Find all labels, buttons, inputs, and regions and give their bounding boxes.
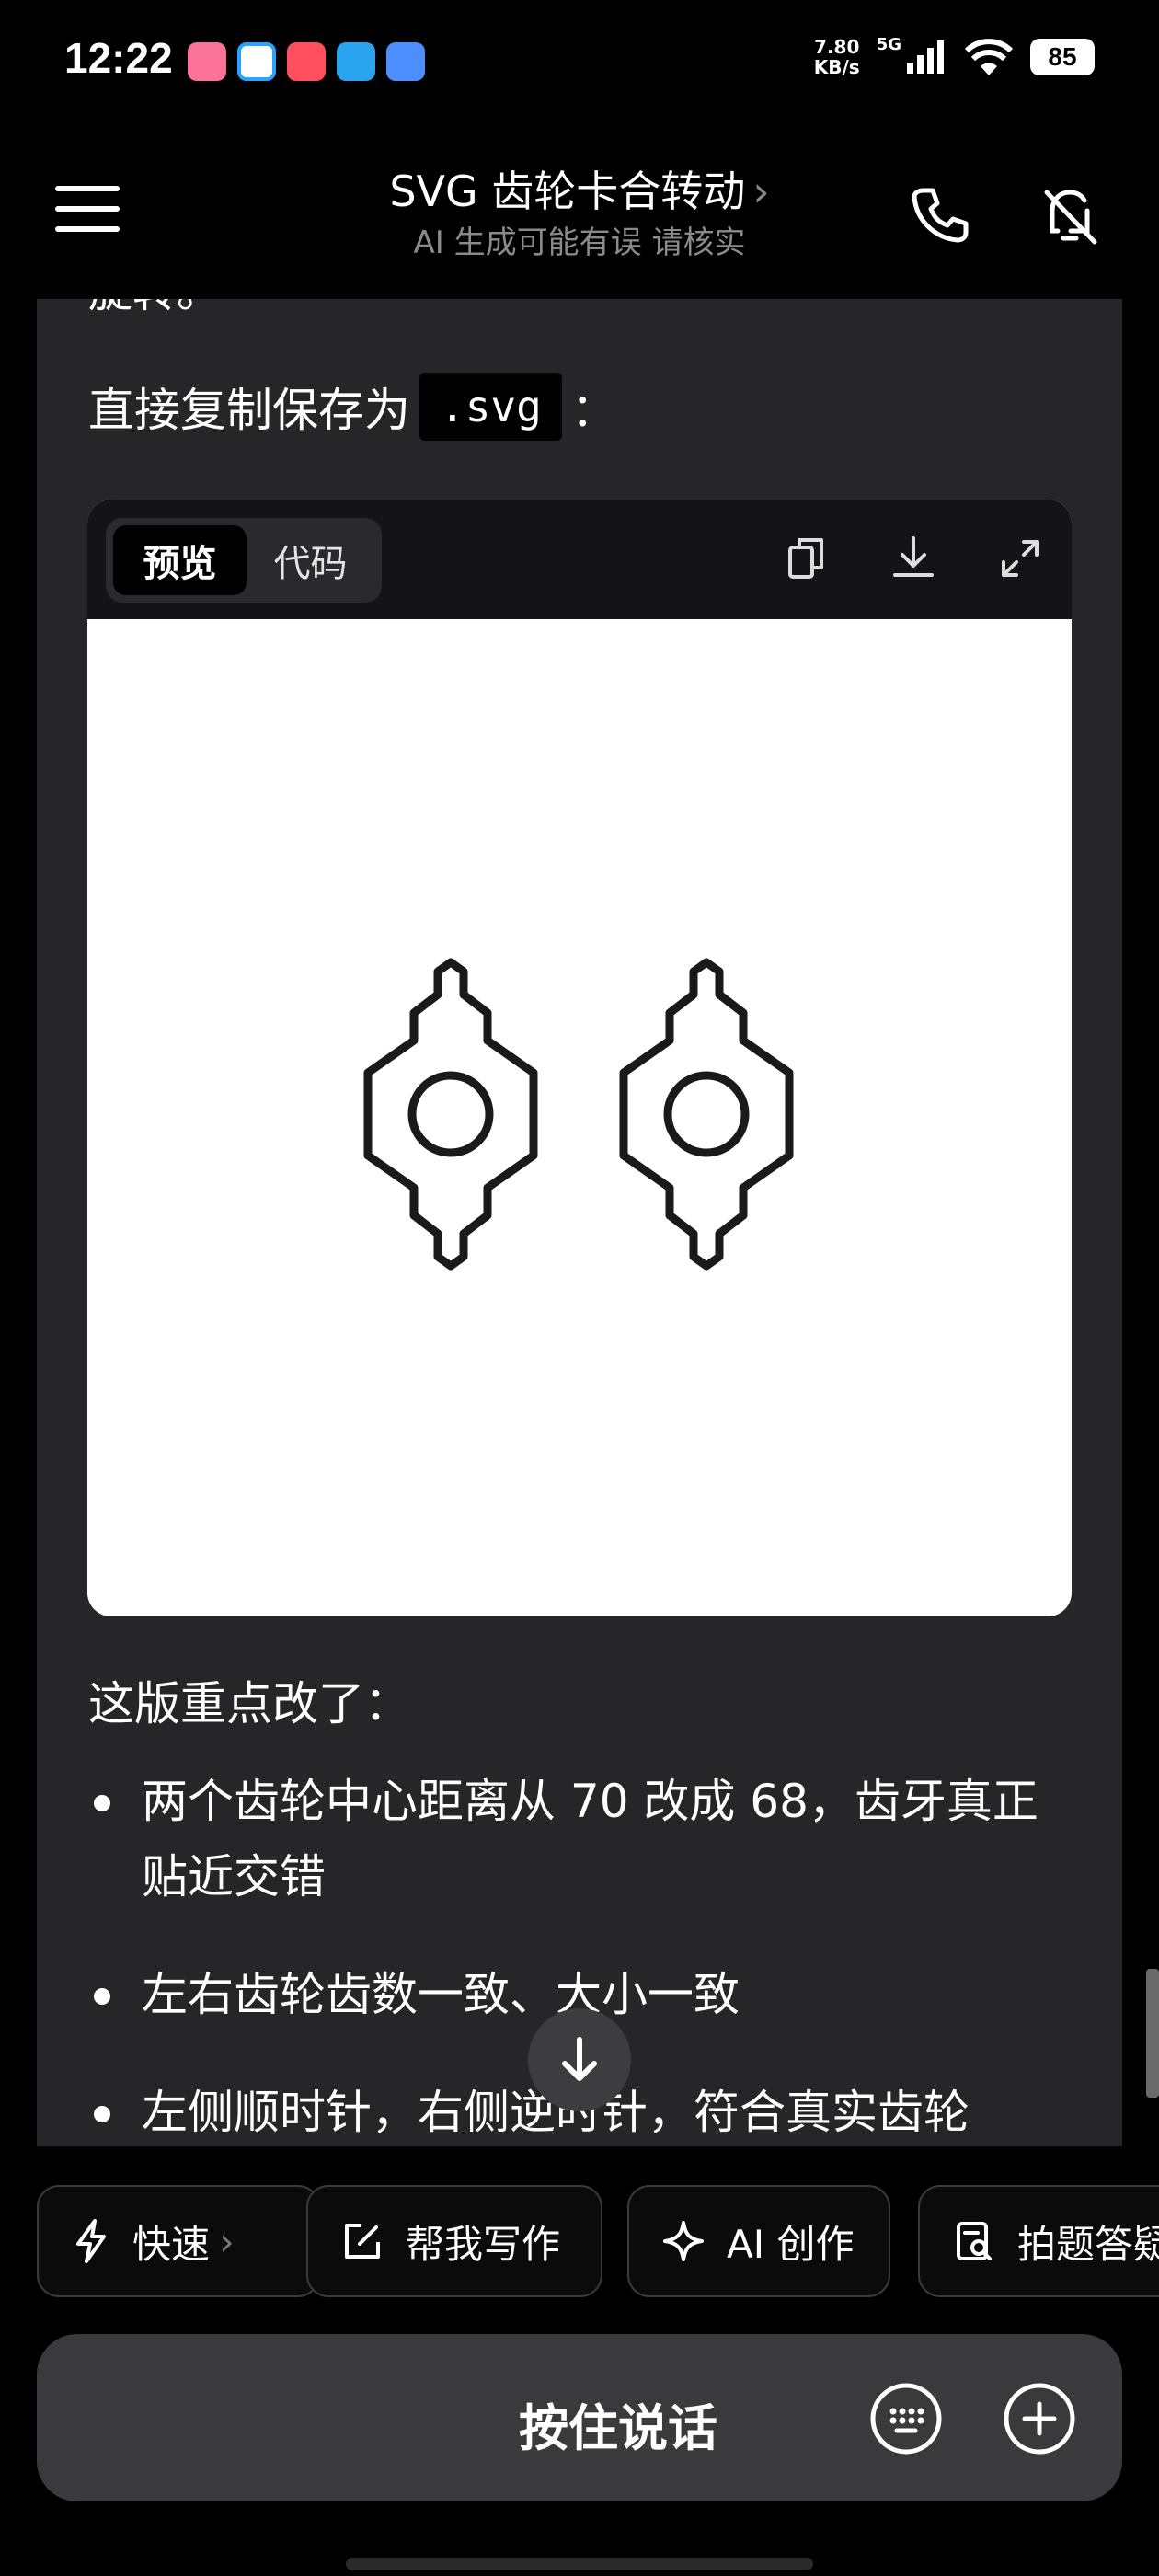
inline-code: .svg [419,373,562,441]
bilibili-app-icon [188,42,226,81]
mute-voice-button[interactable] [1034,179,1106,251]
svg-preview-canvas [87,619,1072,1616]
keyboard-icon [870,2383,942,2455]
gears-illustration [363,958,794,1271]
message-text-clipped: 旋转。 [88,299,221,319]
music-app-icon [287,42,326,81]
files-app-icon [386,42,425,81]
preview-toolbar: 预览 代码 [87,500,1072,619]
svg-preview-block: 预览 代码 [87,500,1072,1616]
mute-icon [1044,190,1097,245]
lightning-icon [76,2219,106,2263]
copy-icon[interactable] [779,531,834,586]
fullscreen-icon[interactable] [993,531,1048,586]
quick-mode-chip[interactable]: 快速 › [37,2185,320,2297]
chevron-right-icon: › [752,167,770,216]
list-item: 两个齿轮中心距离从 70 改成 68，齿牙真正贴近交错 [88,1764,1082,1915]
message-paragraph: 直接复制保存为 .svg ： [88,373,617,441]
tab-preview[interactable]: 预览 [113,525,247,595]
network-speed: 7.80 KB/s [814,37,860,77]
ai-disclaimer: AI 生成可能有误 请核实 [413,224,746,261]
scan-question-icon [957,2222,992,2260]
chip-label: AI 创作 [727,2221,855,2267]
edit-icon [345,2224,380,2259]
keyboard-button[interactable] [869,2382,943,2455]
home-indicator[interactable] [346,2558,813,2570]
battery-indicator: 85 [1030,39,1095,75]
help-me-write-chip[interactable]: 帮我写作 [306,2185,602,2297]
tab-code[interactable]: 代码 [244,525,377,595]
voice-input-bar[interactable]: 按住说话 [37,2334,1122,2501]
download-icon[interactable] [886,531,941,586]
chip-label: 快速 [132,2221,211,2267]
chip-label: 拍题答疑 [1017,2221,1159,2267]
status-indicators: 7.80 KB/s 5G 85 [814,34,1095,77]
right-gear [619,958,794,1271]
paragraph-text-suffix: ： [570,384,617,437]
chip-label: 帮我写作 [406,2221,561,2267]
quick-actions: 快速 › 帮我写作 AI 创作 拍题答疑 [37,2185,1159,2297]
notification-app-icons [188,42,425,81]
conversation-title-text: SVG 齿轮卡合转动 [389,167,746,216]
arrow-down-icon [562,2037,597,2081]
paragraph-text: 直接复制保存为 [88,384,410,437]
phone-icon [912,188,969,243]
chevron-right-icon: › [219,2218,235,2264]
kugou-app-icon [237,42,276,81]
left-gear [363,958,538,1271]
assistant-message: 旋转。 直接复制保存为 .svg ： 预览 代码 [37,299,1122,2146]
message-heading: 这版重点改了： [88,1677,410,1731]
photo-question-chip[interactable]: 拍题答疑 [918,2185,1159,2297]
network-type-label: 5G [876,34,901,54]
view-mode-tabs: 预览 代码 [106,518,382,603]
voice-call-button[interactable] [903,179,975,251]
hold-to-talk-label[interactable]: 按住说话 [37,2387,717,2460]
telegram-app-icon [337,42,375,81]
scroll-to-bottom-button[interactable] [528,2008,631,2111]
add-attachment-button[interactable] [1003,2382,1076,2455]
sparkle-icon [663,2221,704,2261]
network-speed-unit: KB/s [813,56,860,78]
status-bar: 12:22 7.80 KB/s 5G 85 [0,0,1159,129]
wifi-icon [964,39,1014,75]
ai-create-chip[interactable]: AI 创作 [627,2185,890,2297]
plus-icon [1004,2383,1075,2455]
cellular-signal-icon [907,40,944,74]
clock: 12:22 [64,34,173,82]
conversation-title[interactable]: SVG 齿轮卡合转动 › [0,158,1159,219]
scrollbar[interactable] [1146,1969,1159,2098]
chat-header: SVG 齿轮卡合转动 › AI 生成可能有误 请核实 [0,129,1159,299]
network-speed-value: 7.80 [814,36,860,58]
